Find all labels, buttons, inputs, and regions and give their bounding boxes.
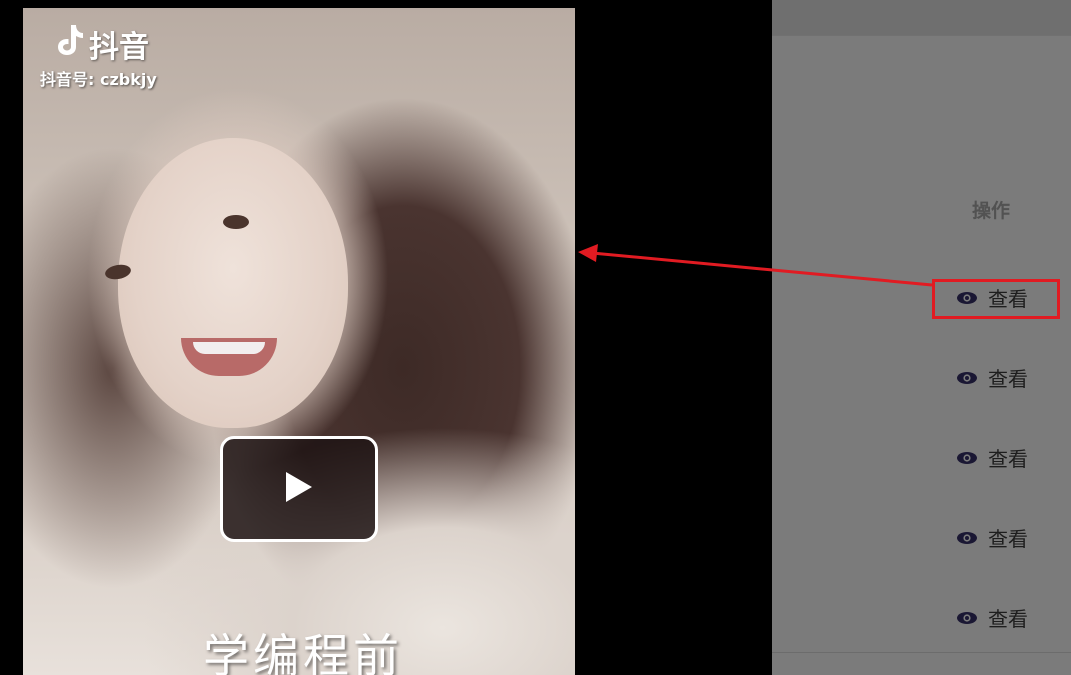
- view-button-row-3[interactable]: 查看: [956, 443, 1028, 472]
- view-button-row-5[interactable]: 查看: [956, 603, 1028, 632]
- view-label: 查看: [988, 527, 1028, 551]
- tiktok-note-icon: [53, 23, 85, 65]
- play-button[interactable]: [220, 436, 378, 542]
- eye-icon: [956, 606, 978, 630]
- video-caption: 学编程前: [203, 629, 403, 675]
- view-button-row-2[interactable]: 查看: [956, 363, 1028, 392]
- eye-icon: [956, 526, 978, 550]
- table-bottom-border: [772, 652, 1071, 653]
- video-preview[interactable]: 抖音 抖音号: czbkjy 学编程前: [23, 8, 575, 675]
- records-table-panel: 操作 查看 查看 查看 查看 查看: [772, 0, 1071, 675]
- eye-icon: [956, 446, 978, 470]
- annotation-highlight-box: [932, 279, 1060, 319]
- video-face: [118, 138, 348, 428]
- table-top-bar: [772, 0, 1071, 36]
- tiktok-account-id: 抖音号: czbkjy: [40, 70, 157, 89]
- view-label: 查看: [988, 447, 1028, 471]
- video-eye-right: [223, 215, 249, 229]
- view-button-row-4[interactable]: 查看: [956, 523, 1028, 552]
- play-icon: [284, 470, 314, 508]
- view-label: 查看: [988, 367, 1028, 391]
- eye-icon: [956, 366, 978, 390]
- column-header-actions: 操作: [972, 200, 1011, 222]
- tiktok-logo: 抖音: [53, 22, 149, 66]
- tiktok-logo-text: 抖音: [89, 30, 149, 65]
- view-label: 查看: [988, 607, 1028, 631]
